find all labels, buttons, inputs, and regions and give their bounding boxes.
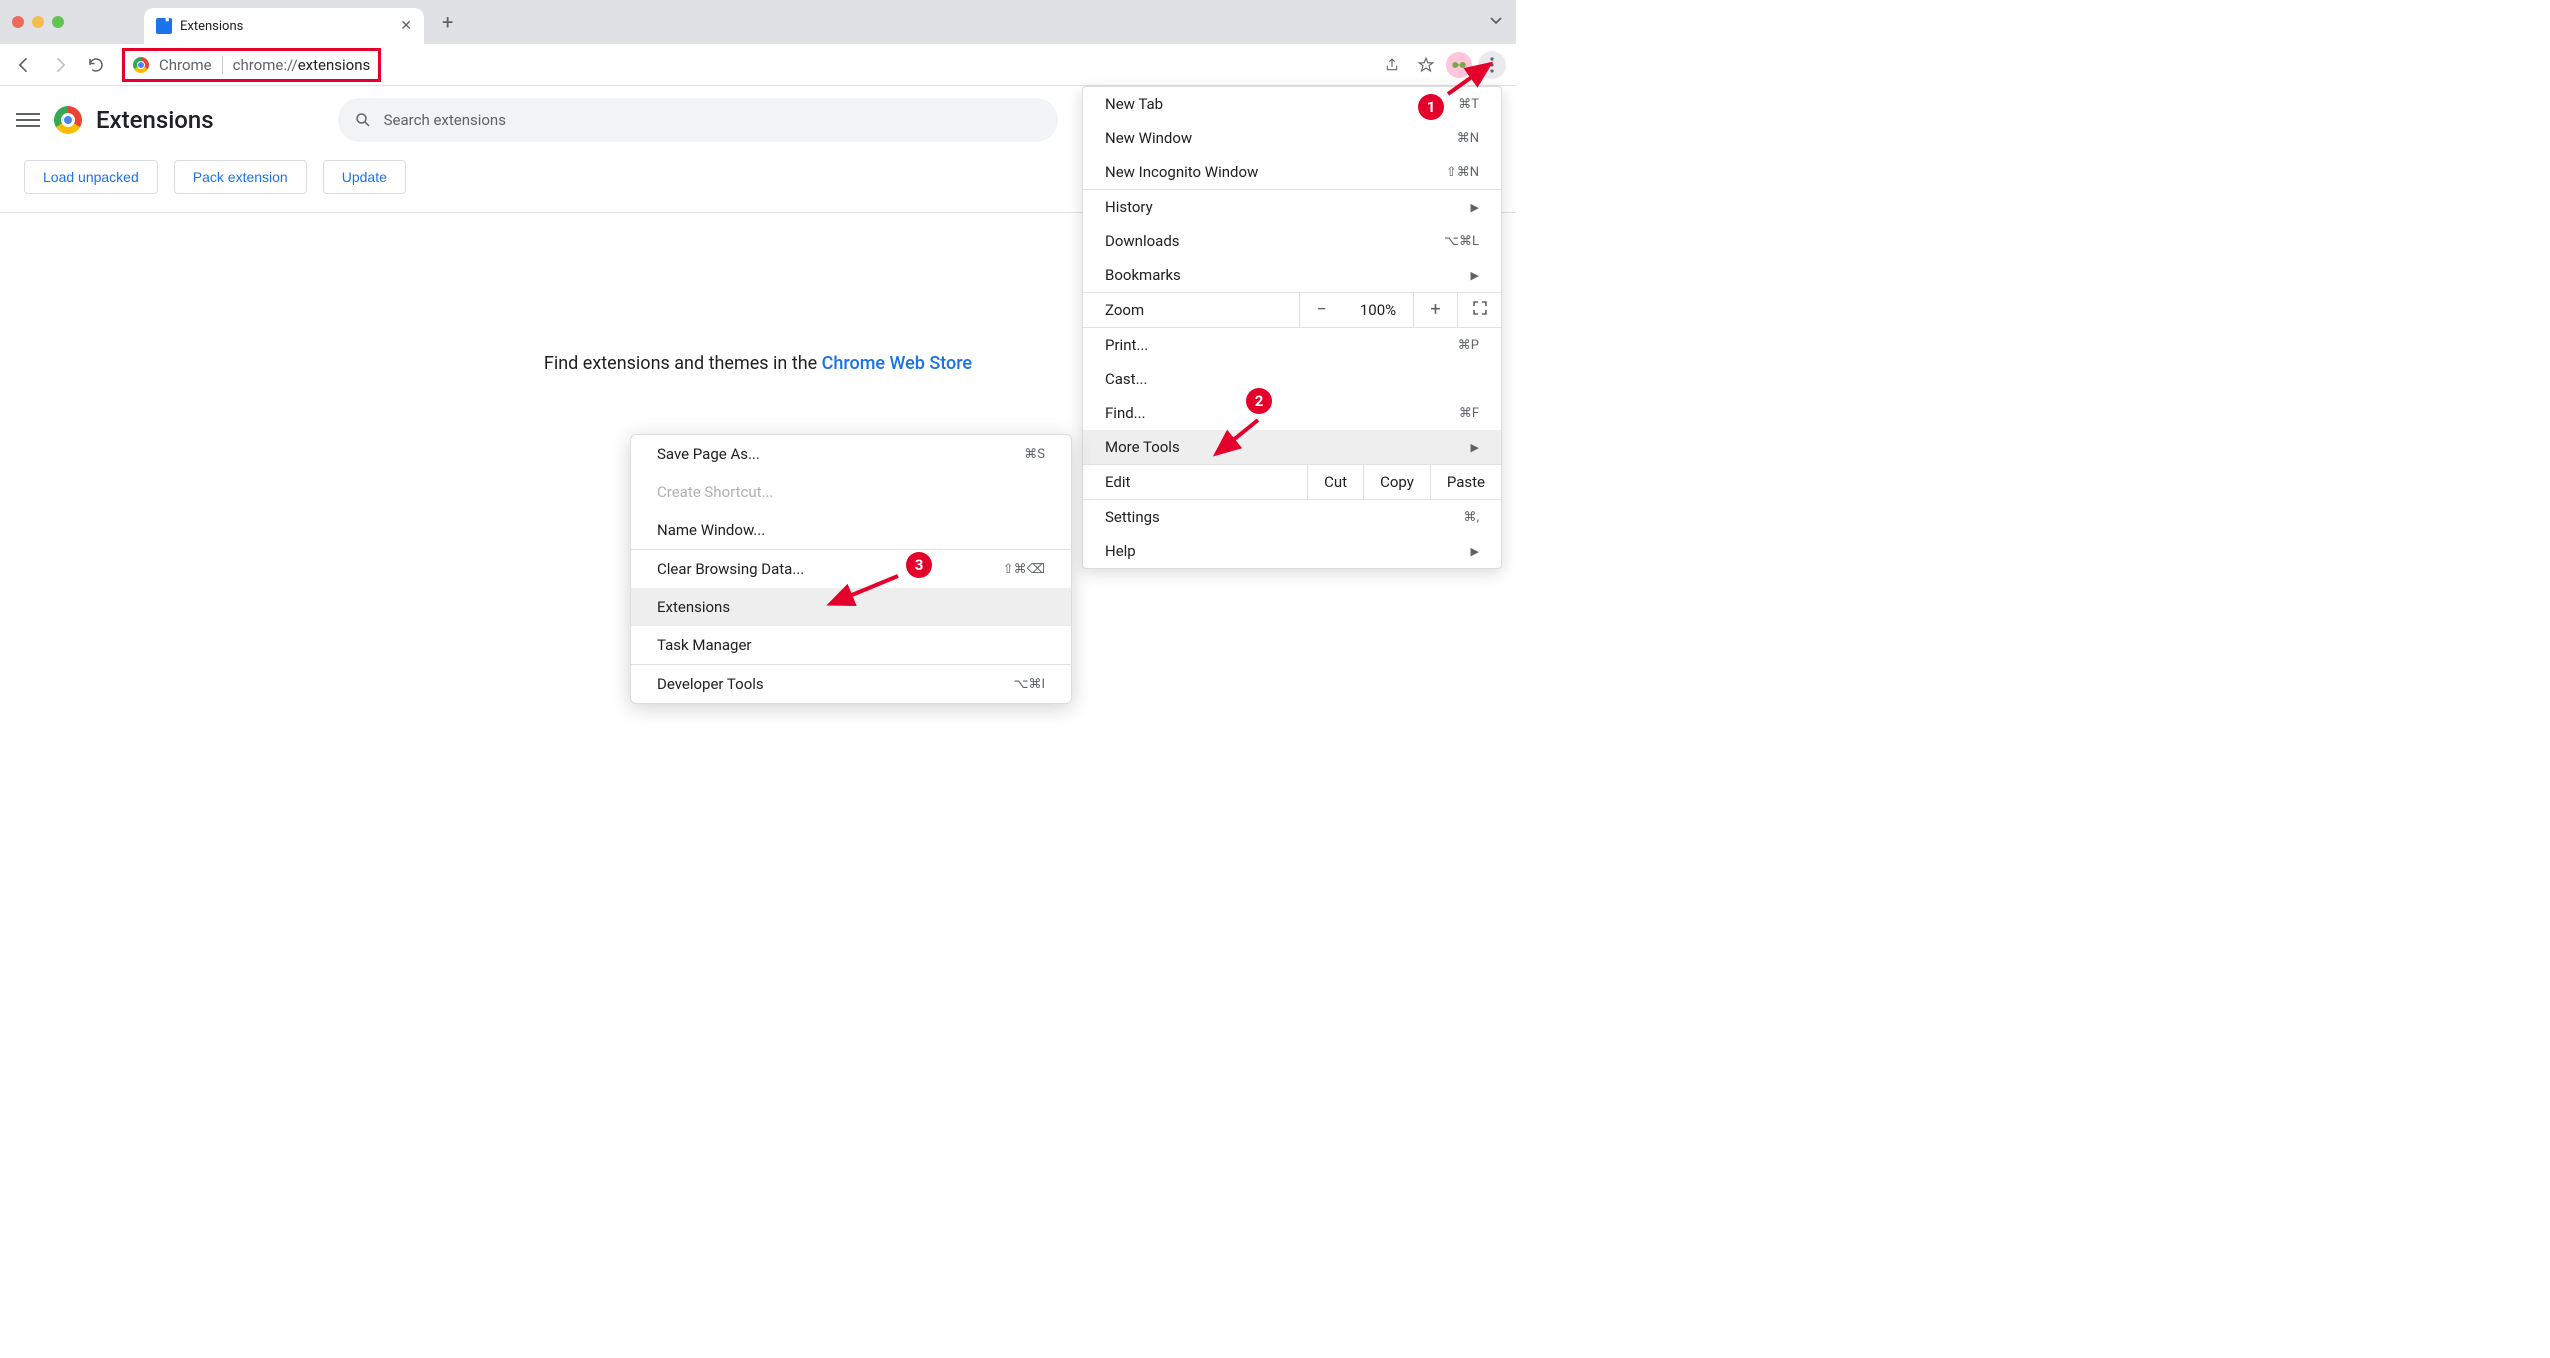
omnibox-chip: Chrome xyxy=(159,56,223,74)
menu-more-tools[interactable]: More Tools▶ xyxy=(1083,430,1501,464)
annotation-arrow-3 xyxy=(824,572,904,612)
menu-zoom-row: Zoom − 100% + xyxy=(1083,292,1501,328)
menu-find[interactable]: Find...⌘F xyxy=(1083,396,1501,430)
fullscreen-button[interactable] xyxy=(1457,292,1501,328)
annotation-badge-3: 3 xyxy=(906,552,932,578)
annotation-arrow-1 xyxy=(1442,56,1502,100)
annotation-badge-1: 1 xyxy=(1418,94,1444,120)
window-controls xyxy=(12,16,64,28)
zoom-level: 100% xyxy=(1343,301,1413,319)
search-extensions-input[interactable]: Search extensions xyxy=(338,98,1058,142)
menu-print[interactable]: Print...⌘P xyxy=(1083,328,1501,362)
address-bar[interactable]: Chrome chrome://extensions xyxy=(122,48,381,82)
browser-tab[interactable]: Extensions ✕ xyxy=(144,8,424,44)
chrome-web-store-link[interactable]: Chrome Web Store xyxy=(822,353,972,374)
search-icon xyxy=(354,111,372,129)
menu-cast[interactable]: Cast... xyxy=(1083,362,1501,396)
chrome-logo-icon xyxy=(54,106,82,134)
zoom-out-button[interactable]: − xyxy=(1299,292,1343,328)
bookmark-star-icon[interactable] xyxy=(1412,51,1440,79)
menu-copy[interactable]: Copy xyxy=(1363,464,1430,500)
menu-downloads[interactable]: Downloads⌥⌘L xyxy=(1083,224,1501,258)
page-title: Extensions xyxy=(96,106,214,134)
tab-search-button[interactable] xyxy=(1488,12,1504,28)
menu-new-window[interactable]: New Window⌘N xyxy=(1083,121,1501,155)
submenu-create-shortcut: Create Shortcut... xyxy=(631,473,1071,511)
menu-cut[interactable]: Cut xyxy=(1307,464,1363,500)
pack-extension-button[interactable]: Pack extension xyxy=(174,160,307,194)
titlebar: Extensions ✕ + xyxy=(0,0,1516,44)
submenu-task-manager[interactable]: Task Manager xyxy=(631,626,1071,664)
submenu-dev-tools[interactable]: Developer Tools⌥⌘I xyxy=(631,665,1071,703)
search-placeholder: Search extensions xyxy=(384,111,506,129)
reload-button[interactable] xyxy=(82,51,110,79)
menu-settings[interactable]: Settings⌘, xyxy=(1083,500,1501,534)
annotation-badge-2: 2 xyxy=(1246,388,1272,414)
update-button[interactable]: Update xyxy=(323,160,406,194)
share-icon[interactable] xyxy=(1378,51,1406,79)
chrome-icon xyxy=(133,57,149,73)
close-tab-icon[interactable]: ✕ xyxy=(400,18,412,34)
hamburger-icon[interactable] xyxy=(16,113,40,127)
menu-paste[interactable]: Paste xyxy=(1430,464,1501,500)
puzzle-icon xyxy=(156,18,172,34)
back-button[interactable] xyxy=(10,51,38,79)
load-unpacked-button[interactable]: Load unpacked xyxy=(24,160,158,194)
menu-edit-row: Edit Cut Copy Paste xyxy=(1083,464,1501,500)
more-tools-submenu: Save Page As...⌘S Create Shortcut... Nam… xyxy=(630,434,1072,704)
menu-help[interactable]: Help▶ xyxy=(1083,534,1501,568)
close-window-button[interactable] xyxy=(12,16,24,28)
new-tab-button[interactable]: + xyxy=(442,10,453,34)
forward-button[interactable] xyxy=(46,51,74,79)
submenu-name-window[interactable]: Name Window... xyxy=(631,511,1071,549)
annotation-arrow-2 xyxy=(1210,414,1270,460)
minimize-window-button[interactable] xyxy=(32,16,44,28)
menu-bookmarks[interactable]: Bookmarks▶ xyxy=(1083,258,1501,292)
zoom-in-button[interactable]: + xyxy=(1413,292,1457,328)
maximize-window-button[interactable] xyxy=(52,16,64,28)
tab-title: Extensions xyxy=(180,19,400,34)
omnibox-url: chrome://extensions xyxy=(233,56,371,74)
chrome-menu: New Tab⌘T New Window⌘N New Incognito Win… xyxy=(1082,86,1502,569)
toolbar: Chrome chrome://extensions xyxy=(0,44,1516,86)
menu-history[interactable]: History▶ xyxy=(1083,190,1501,224)
submenu-save-page[interactable]: Save Page As...⌘S xyxy=(631,435,1071,473)
menu-new-incognito[interactable]: New Incognito Window⇧⌘N xyxy=(1083,155,1501,189)
